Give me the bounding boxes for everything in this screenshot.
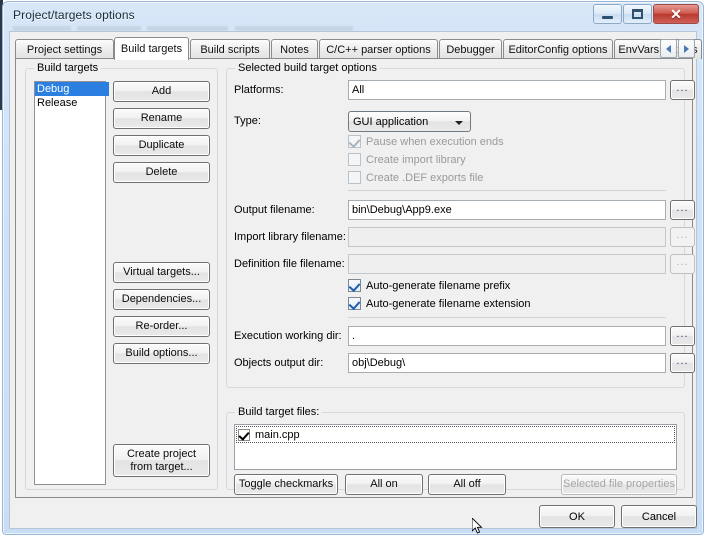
build-targets-group-label: Build targets <box>34 62 102 74</box>
checkbox-icon-checked[interactable] <box>238 428 250 441</box>
checkbox-icon-checked <box>348 297 361 311</box>
execution-working-dir-label: Execution working dir: <box>234 330 342 342</box>
ok-button[interactable]: OK <box>539 505 615 528</box>
screen: Project/targets options ✕ Project settin… <box>0 0 706 538</box>
objects-output-dir-label: Objects output dir: <box>234 357 324 369</box>
checkbox-pause-when-execution-ends[interactable]: Pause when execution ends <box>348 135 504 149</box>
type-label: Type: <box>234 115 261 127</box>
build-targets-tab-page: Build targets Debug Release Add Rename D… <box>15 58 695 498</box>
window-title: Project/targets options <box>13 8 135 22</box>
all-on-button[interactable]: All on <box>345 474 423 495</box>
selected-file-properties-button[interactable]: Selected file properties <box>561 474 677 495</box>
divider-top <box>348 190 666 191</box>
platforms-input[interactable]: All <box>348 80 666 100</box>
create-project-label-line1: Create project <box>126 447 197 460</box>
tab-build-targets[interactable]: Build targets <box>114 37 189 60</box>
rename-button[interactable]: Rename <box>113 108 210 129</box>
output-filename-browse-button[interactable]: ... <box>670 200 695 220</box>
checkbox-label: Auto-generate filename extension <box>366 297 531 310</box>
tab-scroll-right-button[interactable] <box>678 39 695 58</box>
checkbox-label: Auto-generate filename prefix <box>366 279 511 292</box>
tab-cpp-parser-options[interactable]: C/C++ parser options <box>319 39 438 59</box>
build-target-files-group-label: Build target files: <box>235 406 323 418</box>
checkbox-icon-unchecked <box>348 153 361 166</box>
delete-button[interactable]: Delete <box>113 162 210 183</box>
output-filename-input[interactable]: bin\Debug\App9.exe <box>348 200 666 220</box>
checkbox-icon-unchecked <box>348 171 361 184</box>
window-button-group: ✕ <box>592 4 699 24</box>
virtual-targets-button[interactable]: Virtual targets... <box>113 262 210 283</box>
tab-bar: Project settings Build targets Build scr… <box>15 37 702 60</box>
checkbox-create-import-library[interactable]: Create import library <box>348 153 466 166</box>
cancel-button[interactable]: Cancel <box>621 505 697 528</box>
checkbox-label: Pause when execution ends <box>366 135 504 148</box>
chevron-left-icon <box>666 44 671 53</box>
divider-bottom <box>348 317 666 318</box>
definition-file-filename-browse-button[interactable]: ... <box>670 254 695 274</box>
list-item-release[interactable]: Release <box>35 96 105 110</box>
import-library-filename-label: Import library filename: <box>234 231 346 243</box>
import-library-filename-browse-button[interactable]: ... <box>670 227 695 247</box>
tab-editorconfig-options[interactable]: EditorConfig options <box>503 39 613 59</box>
type-combobox-value: GUI application <box>353 115 429 128</box>
tab-notes[interactable]: Notes <box>271 39 318 59</box>
chevron-down-icon <box>455 121 463 125</box>
checkbox-auto-generate-filename-prefix[interactable]: Auto-generate filename prefix <box>348 279 511 293</box>
output-filename-label: Output filename: <box>234 204 315 216</box>
build-options-button[interactable]: Build options... <box>113 343 210 364</box>
all-off-button[interactable]: All off <box>428 474 506 495</box>
create-project-label-line2: from target... <box>130 460 193 473</box>
minimize-icon <box>602 15 613 19</box>
dependencies-button[interactable]: Dependencies... <box>113 289 210 310</box>
tab-project-settings[interactable]: Project settings <box>15 39 114 59</box>
maximize-button[interactable] <box>623 4 652 24</box>
execution-working-dir-input[interactable]: . <box>348 326 666 346</box>
import-library-filename-input[interactable] <box>348 227 666 247</box>
title-bar[interactable]: Project/targets options ✕ <box>3 2 703 32</box>
objects-output-dir-browse-button[interactable]: ... <box>670 353 695 373</box>
build-target-files-list[interactable]: main.cpp <box>234 424 677 470</box>
execution-working-dir-browse-button[interactable]: ... <box>670 326 695 346</box>
add-button[interactable]: Add <box>113 81 210 102</box>
definition-file-filename-label: Definition file filename: <box>234 258 345 270</box>
tab-debugger[interactable]: Debugger <box>439 39 502 59</box>
close-button[interactable]: ✕ <box>653 4 699 24</box>
list-item-debug[interactable]: Debug <box>35 82 109 96</box>
selected-options-group-label: Selected build target options <box>235 62 380 74</box>
toggle-checkmarks-button[interactable]: Toggle checkmarks <box>234 474 338 495</box>
checkbox-label: Create .DEF exports file <box>366 171 484 184</box>
create-project-from-target-button[interactable]: Create project from target... <box>113 444 210 477</box>
definition-file-filename-input[interactable] <box>348 254 666 274</box>
list-item-file[interactable]: main.cpp <box>236 426 675 443</box>
project-targets-options-dialog: Project/targets options ✕ Project settin… <box>2 1 704 535</box>
maximize-icon <box>632 9 643 19</box>
reorder-button[interactable]: Re-order... <box>113 316 210 337</box>
checkbox-create-def-exports-file[interactable]: Create .DEF exports file <box>348 171 483 184</box>
objects-output-dir-input[interactable]: obj\Debug\ <box>348 353 666 373</box>
platforms-browse-button[interactable]: ... <box>670 80 695 100</box>
checkbox-icon-checked <box>348 135 361 149</box>
close-icon: ✕ <box>670 6 682 22</box>
file-name-label: main.cpp <box>255 428 300 441</box>
checkbox-auto-generate-filename-extension[interactable]: Auto-generate filename extension <box>348 297 531 311</box>
build-targets-listbox[interactable]: Debug Release <box>34 81 109 485</box>
checkbox-label: Create import library <box>366 153 466 166</box>
duplicate-button[interactable]: Duplicate <box>113 135 210 156</box>
dialog-client-area: Project settings Build targets Build scr… <box>9 31 702 529</box>
minimize-button[interactable] <box>593 4 622 24</box>
type-combobox[interactable]: GUI application <box>348 111 471 132</box>
checkbox-icon-checked <box>348 279 361 293</box>
chevron-right-icon <box>684 44 689 53</box>
platforms-label: Platforms: <box>234 84 284 96</box>
tab-build-scripts[interactable]: Build scripts <box>190 39 270 59</box>
tab-scroll-left-button[interactable] <box>660 39 677 58</box>
